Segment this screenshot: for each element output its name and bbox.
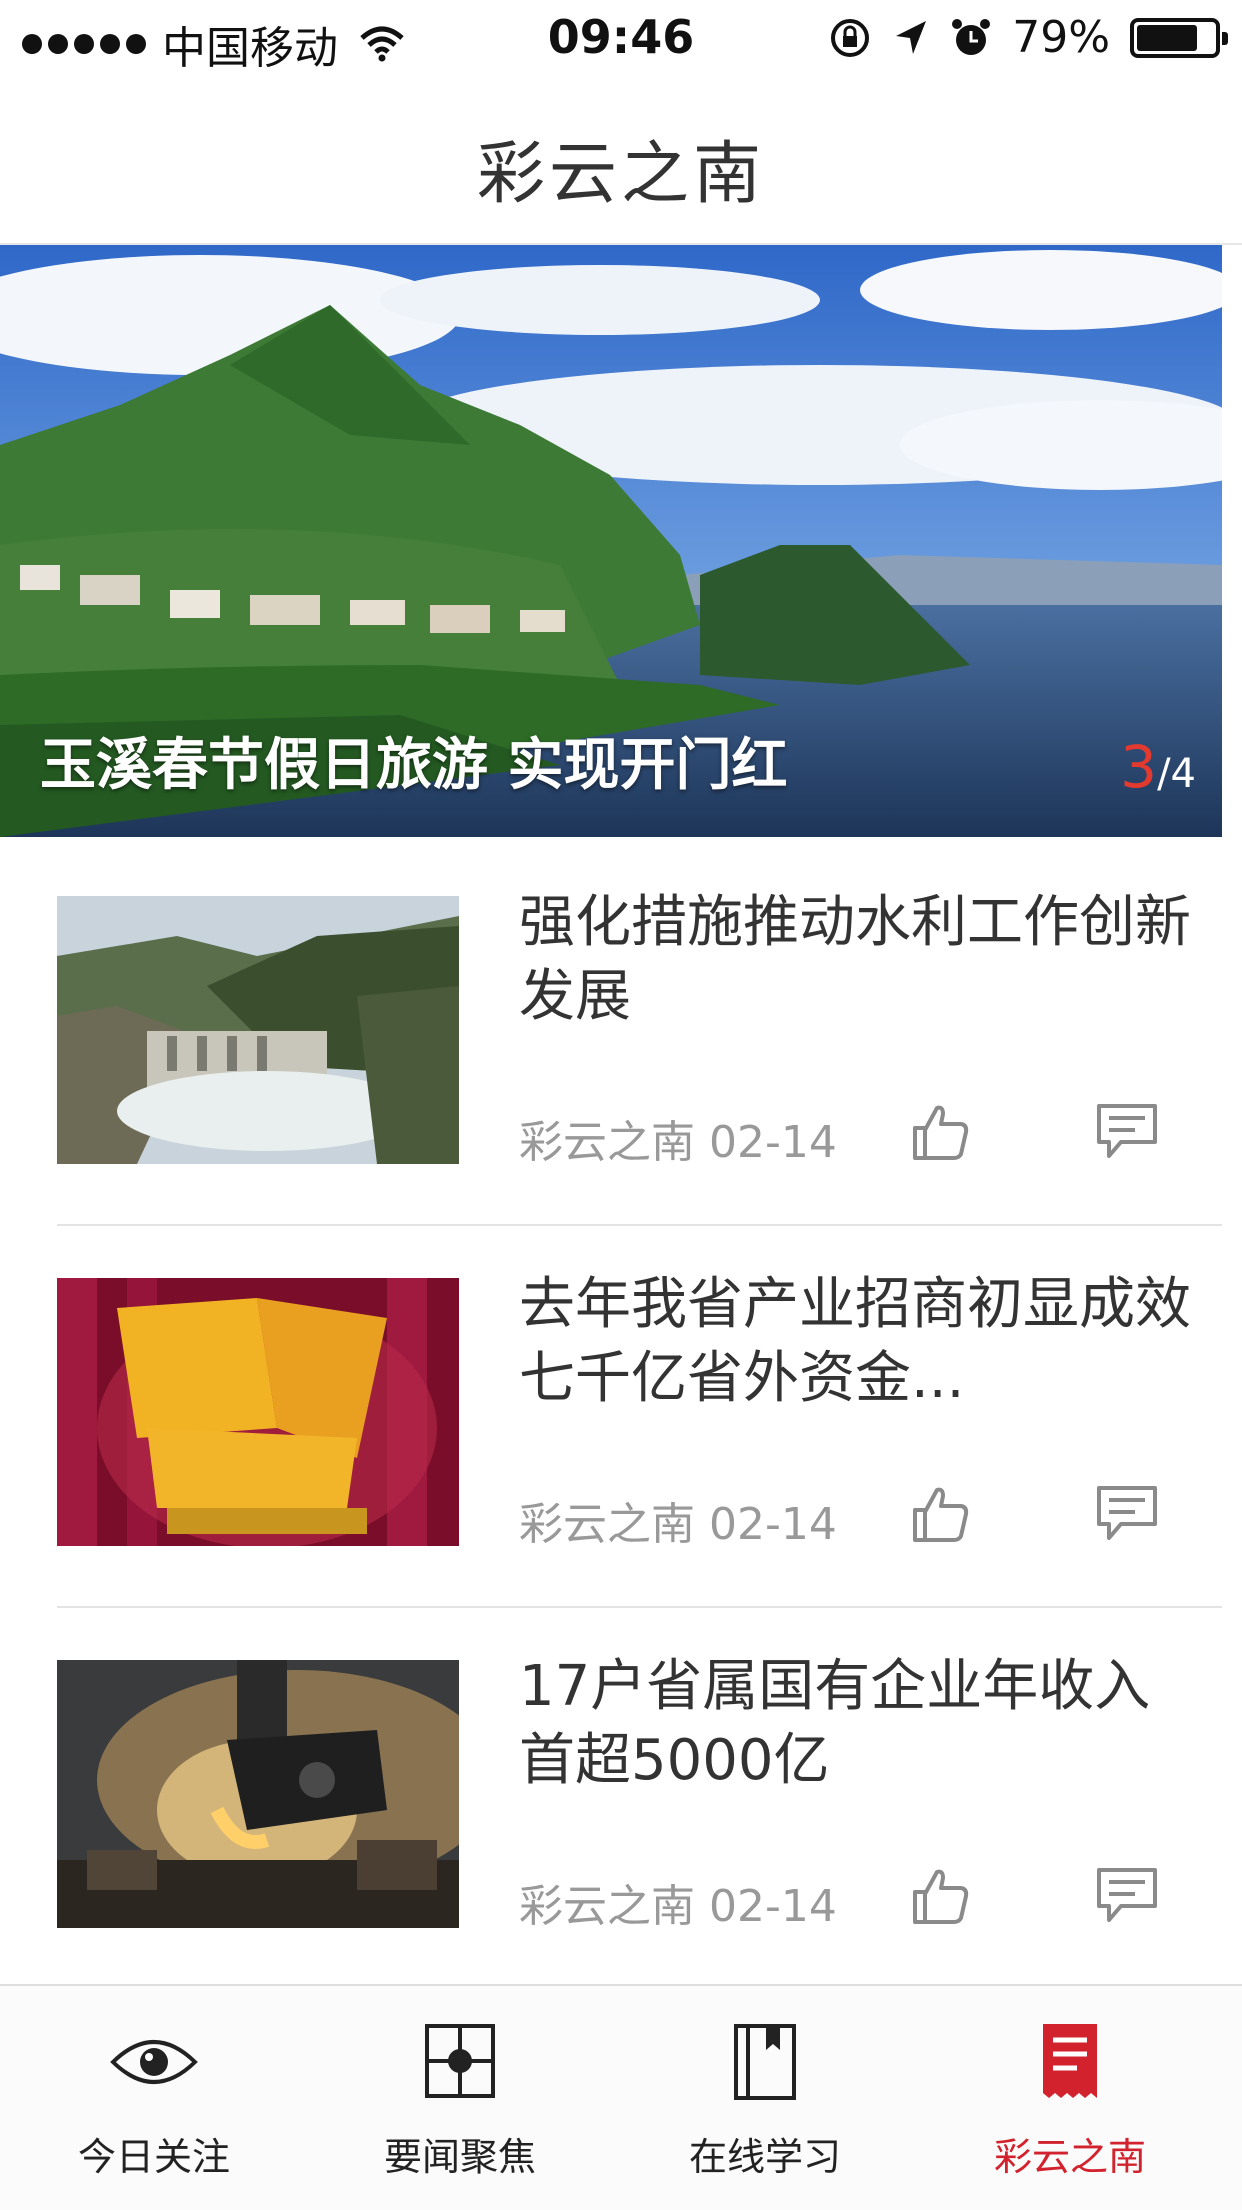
comment-icon[interactable] [1095, 1484, 1159, 1544]
news-title: 17户省属国有企业年收入首超5000亿 [519, 1654, 1151, 1793]
news-item[interactable]: 强化措施推动水利工作创新发展 彩云之南 02-14 [57, 844, 1222, 1226]
document-icon [1043, 2024, 1097, 2098]
news-thumbnail [57, 896, 459, 1164]
news-date: 02-14 [709, 1499, 837, 1550]
tab-caiyun[interactable]: 彩云之南 [950, 1986, 1190, 2210]
comment-icon[interactable] [1095, 1102, 1159, 1162]
battery-level [1137, 24, 1197, 51]
news-date: 02-14 [709, 1117, 837, 1168]
like-icon[interactable] [909, 1864, 973, 1928]
steel-plant-image [57, 1660, 459, 1928]
navigation-bar: 彩云之南 [0, 80, 1242, 245]
status-bar: 中国移动 09:46 79% [0, 0, 1242, 80]
tab-news-focus[interactable]: 要闻聚焦 [340, 1986, 580, 2210]
banner-current-page: 3 [1120, 733, 1158, 801]
tab-online-study[interactable]: 在线学习 [645, 1986, 885, 2210]
book-icon [734, 2024, 796, 2100]
news-meta: 彩云之南 02-14 [519, 1870, 837, 1934]
battery-icon [1130, 17, 1228, 58]
rotation-lock-icon [831, 18, 870, 57]
location-icon [896, 20, 927, 54]
tab-label: 彩云之南 [993, 2135, 1146, 2179]
news-date: 02-14 [709, 1881, 837, 1932]
alarm-icon [952, 18, 991, 55]
tab-label: 今日关注 [77, 2135, 230, 2179]
business-opportunity-image [57, 1278, 459, 1546]
news-title: 强化措施推动水利工作创新发展 [519, 890, 1191, 1029]
dam-image [57, 896, 459, 1164]
banner-total-pages: /4 [1157, 751, 1196, 797]
comment-icon[interactable] [1095, 1866, 1159, 1926]
news-title: 去年我省产业招商初显成效 七千亿省外资金... [519, 1272, 1191, 1411]
news-thumbnail [57, 1660, 459, 1928]
page-title: 彩云之南 [476, 135, 765, 214]
like-icon[interactable] [909, 1482, 973, 1546]
tab-today-focus[interactable]: 今日关注 [34, 1986, 274, 2210]
banner-carousel[interactable]: 玉溪春节假日旅游 实现开门红 3/4 [0, 245, 1222, 837]
focus-icon [425, 2024, 495, 2098]
news-source: 彩云之南 [519, 1117, 695, 1168]
news-source: 彩云之南 [519, 1881, 695, 1932]
tab-label: 在线学习 [688, 2135, 841, 2179]
news-item[interactable]: 17户省属国有企业年收入首超5000亿 彩云之南 02-14 [57, 1608, 1222, 1990]
news-thumbnail [57, 1278, 459, 1546]
banner-caption: 玉溪春节假日旅游 实现开门红 [40, 733, 788, 798]
news-meta: 彩云之南 02-14 [519, 1488, 837, 1552]
tab-label: 要闻聚焦 [383, 2135, 536, 2179]
banner-page-indicator: 3/4 [1120, 733, 1196, 801]
tab-bar: 今日关注 要闻聚焦 在线学习 彩云之南 [0, 1984, 1242, 2210]
news-source: 彩云之南 [519, 1499, 695, 1550]
eye-icon [110, 2040, 198, 2084]
like-icon[interactable] [909, 1100, 973, 1164]
news-meta: 彩云之南 02-14 [519, 1106, 837, 1170]
news-item[interactable]: 去年我省产业招商初显成效 七千亿省外资金... 彩云之南 02-14 [57, 1226, 1222, 1608]
status-right: 79% [828, 12, 1228, 63]
battery-percent: 79% [1012, 12, 1110, 63]
